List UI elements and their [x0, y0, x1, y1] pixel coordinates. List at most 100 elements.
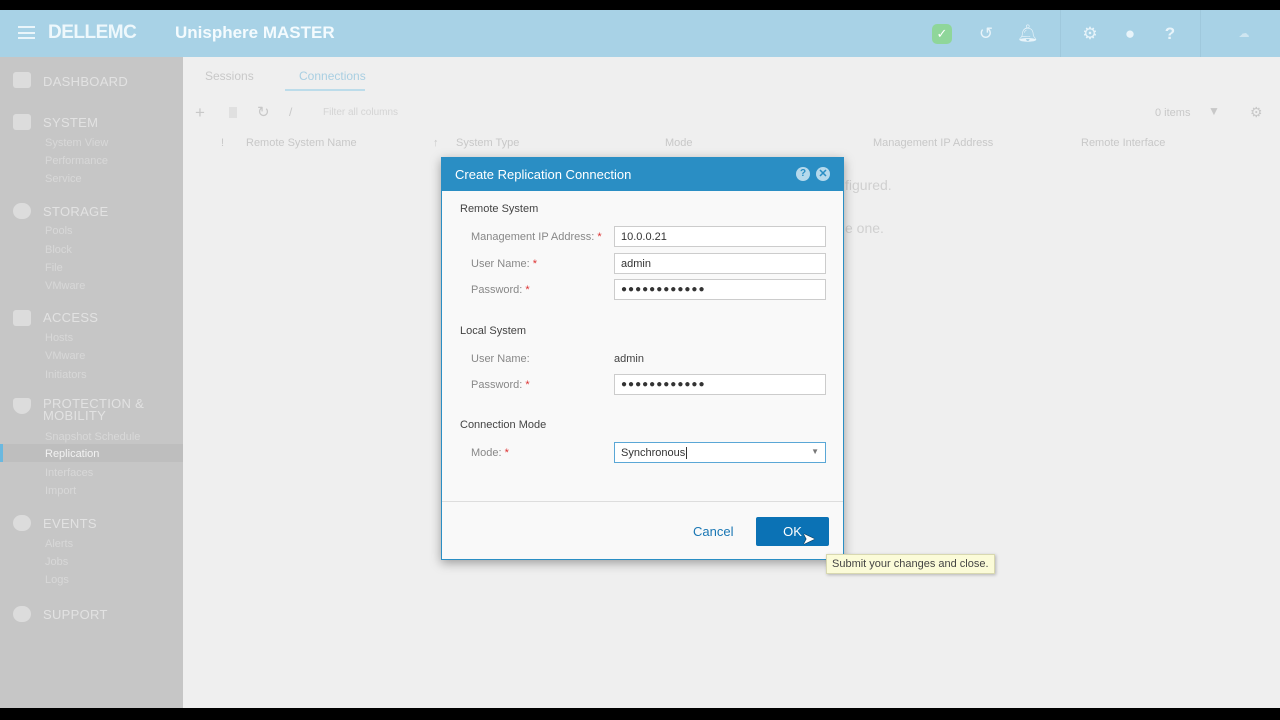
- sidebar-item-service[interactable]: Service: [45, 173, 82, 185]
- sidebar-item-jobs[interactable]: Jobs: [45, 556, 68, 568]
- sidebar-item-block[interactable]: Block: [45, 244, 72, 256]
- sort-asc-icon[interactable]: ↑: [433, 137, 439, 149]
- dashboard-icon: [13, 72, 31, 88]
- sidebar-item-interfaces[interactable]: Interfaces: [45, 467, 93, 479]
- label-text: Management IP Address:: [471, 231, 595, 243]
- column-remote-system-name[interactable]: Remote System Name: [246, 137, 357, 149]
- required-mark: *: [504, 447, 509, 459]
- help-icon[interactable]: ?: [796, 167, 810, 181]
- remote-username-input[interactable]: admin: [614, 253, 826, 274]
- edit-icon[interactable]: /: [289, 105, 292, 119]
- sidebar-section-system[interactable]: SYSTEM: [43, 115, 98, 130]
- sidebar-item-snapshot-schedule[interactable]: Snapshot Schedule: [45, 431, 140, 443]
- dialog-title-bar: Create Replication Connection ? ✕: [442, 158, 843, 191]
- dialog-title: Create Replication Connection: [455, 167, 632, 182]
- sidebar-item-file[interactable]: File: [45, 262, 63, 274]
- mode-label: Mode: *: [471, 447, 509, 459]
- sidebar-section-protection[interactable]: PROTECTION & MOBILITY: [43, 397, 163, 422]
- top-header: DELLEMC Unisphere MASTER ✓ ↺ 🔔︎ ⚙ ● ? ☁: [0, 10, 1280, 57]
- dialog-footer-divider: [442, 501, 843, 502]
- health-check-icon[interactable]: ✓: [932, 24, 952, 44]
- required-mark: *: [532, 258, 538, 270]
- sidebar-item-performance[interactable]: Performance: [45, 155, 108, 167]
- storage-icon: [13, 203, 31, 219]
- filter-icon[interactable]: ▼: [1208, 104, 1220, 118]
- alerts-bell-icon[interactable]: 🔔︎: [1017, 24, 1039, 44]
- support-icon: [13, 606, 31, 622]
- cancel-button[interactable]: Cancel: [693, 524, 733, 539]
- sidebar-section-support[interactable]: SUPPORT: [43, 607, 108, 622]
- sidebar-section-dashboard[interactable]: DASHBOARD: [43, 74, 128, 89]
- ok-button[interactable]: OK: [756, 517, 829, 546]
- local-password-input[interactable]: ●●●●●●●●●●●●: [614, 374, 826, 395]
- sidebar-item-hosts[interactable]: Hosts: [45, 332, 73, 344]
- tab-connections[interactable]: Connections: [299, 69, 366, 83]
- connection-mode-heading: Connection Mode: [460, 419, 547, 431]
- empty-state-text: figured.: [845, 177, 892, 193]
- sidebar-item-vmware-access[interactable]: VMware: [45, 350, 85, 362]
- settings-icon[interactable]: ⚙: [1250, 104, 1263, 121]
- label-text: Password:: [471, 284, 523, 296]
- filter-input[interactable]: Filter all columns: [323, 107, 398, 118]
- required-mark: *: [525, 284, 530, 296]
- refresh-icon[interactable]: ↻: [257, 103, 270, 121]
- history-icon[interactable]: ↺: [976, 24, 996, 44]
- sidebar-item-replication[interactable]: Replication: [45, 448, 99, 460]
- required-mark: *: [597, 231, 602, 243]
- label-text: Password:: [471, 379, 523, 391]
- mode-select[interactable]: Synchronous ▼: [614, 442, 826, 463]
- sidebar-item-alerts[interactable]: Alerts: [45, 538, 73, 550]
- local-user-label: User Name:: [471, 353, 530, 365]
- label-text: User Name:: [471, 258, 530, 270]
- sidebar-section-access[interactable]: ACCESS: [43, 310, 98, 325]
- close-icon[interactable]: ✕: [816, 167, 830, 181]
- column-remote-interface[interactable]: Remote Interface: [1081, 137, 1165, 149]
- label-text: Mode:: [471, 447, 502, 459]
- menu-icon[interactable]: [18, 26, 35, 39]
- divider: [1060, 10, 1061, 57]
- column-system-type[interactable]: System Type: [456, 137, 519, 149]
- local-system-heading: Local System: [460, 325, 527, 337]
- user-icon[interactable]: ●: [1120, 24, 1140, 44]
- cloudiq-logo[interactable]: ☁: [1222, 24, 1266, 44]
- sidebar-section-storage[interactable]: STORAGE: [43, 204, 108, 219]
- settings-gear-icon[interactable]: ⚙: [1080, 24, 1100, 44]
- remote-password-input[interactable]: ●●●●●●●●●●●●: [614, 279, 826, 300]
- create-replication-connection-dialog: Create Replication Connection ? ✕ Remote…: [441, 157, 844, 560]
- sidebar-item-logs[interactable]: Logs: [45, 574, 69, 586]
- remote-password-label: Password: *: [471, 284, 530, 296]
- column-alert[interactable]: !: [221, 137, 224, 149]
- sidebar-item-import[interactable]: Import: [45, 485, 76, 497]
- sidebar-item-vmware[interactable]: VMware: [45, 280, 85, 292]
- tab-underline: [285, 89, 365, 91]
- mode-select-value: Synchronous: [621, 447, 688, 459]
- app-title: Unisphere MASTER: [175, 23, 335, 42]
- required-mark: *: [525, 379, 530, 391]
- local-password-label: Password: *: [471, 379, 530, 391]
- sidebar-item-pools[interactable]: Pools: [45, 225, 73, 237]
- mouse-cursor-icon: ➤: [802, 531, 816, 548]
- system-icon: [13, 114, 31, 130]
- help-icon[interactable]: ?: [1160, 24, 1180, 44]
- item-count: 0 items: [1155, 107, 1191, 119]
- remote-user-label: User Name: *: [471, 258, 537, 270]
- local-username-value: admin: [614, 353, 644, 365]
- remote-system-heading: Remote System: [460, 203, 539, 215]
- events-icon: [13, 515, 31, 531]
- remote-ip-label: Management IP Address: *: [471, 231, 602, 243]
- sidebar-item-system-view[interactable]: System View: [45, 137, 108, 149]
- add-icon[interactable]: +: [195, 103, 205, 123]
- tab-sessions[interactable]: Sessions: [205, 69, 254, 83]
- access-icon: [13, 310, 31, 326]
- remote-ip-input[interactable]: 10.0.0.21: [614, 226, 826, 247]
- brand-logo: DELLEMC: [48, 22, 137, 43]
- delete-icon[interactable]: [229, 107, 237, 118]
- chevron-down-icon[interactable]: ▼: [811, 447, 819, 456]
- column-management-ip[interactable]: Management IP Address: [873, 137, 993, 149]
- column-mode[interactable]: Mode: [665, 137, 693, 149]
- empty-state-hint: e one.: [845, 220, 884, 236]
- sidebar-item-initiators[interactable]: Initiators: [45, 369, 87, 381]
- shield-icon: [13, 398, 31, 414]
- sidebar-section-events[interactable]: EVENTS: [43, 516, 97, 531]
- sidebar: DASHBOARD SYSTEM System View Performance…: [0, 57, 183, 708]
